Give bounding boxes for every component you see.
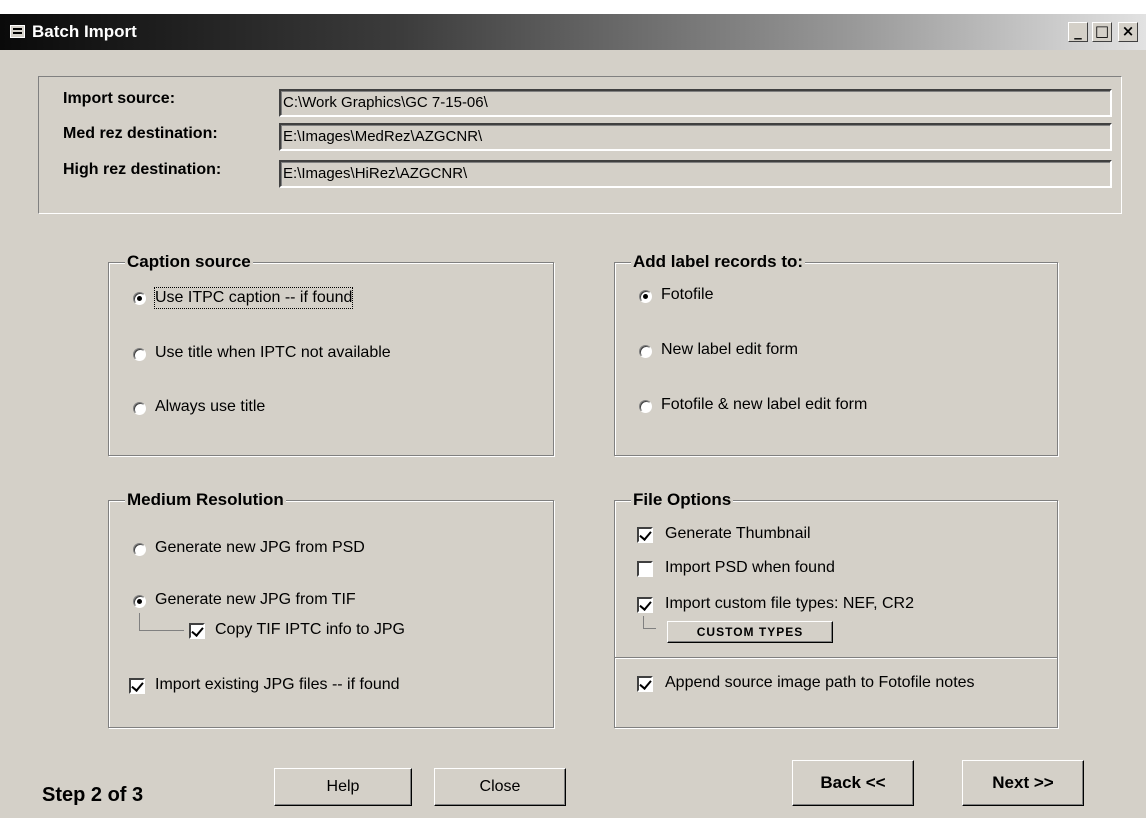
minimize-button[interactable]: _ (1068, 22, 1088, 42)
label-new-form-radio[interactable] (639, 345, 652, 358)
file-options-title: File Options (631, 490, 734, 510)
med-rez-label: Med rez destination: (63, 125, 218, 142)
import-custom-types-label[interactable]: Import custom file types: NEF, CR2 (665, 594, 914, 614)
medium-resolution-title: Medium Resolution (125, 490, 286, 510)
import-custom-types-checkbox[interactable] (637, 597, 653, 613)
back-button[interactable]: Back << (792, 760, 914, 806)
paths-panel: Import source: C:\Work Graphics\GC 7-15-… (38, 76, 1122, 214)
next-button[interactable]: Next >> (962, 760, 1084, 806)
window-title: Batch Import (32, 22, 137, 41)
step-indicator: Step 2 of 3 (42, 784, 144, 806)
medium-resolution-group: Medium Resolution Generate new JPG from … (108, 490, 554, 728)
caption-itpc-radio[interactable] (133, 292, 146, 305)
gen-jpg-tif-radio[interactable] (133, 595, 146, 608)
label-new-form-label[interactable]: New label edit form (661, 340, 798, 360)
caption-source-title: Caption source (125, 252, 253, 272)
caption-always-title-radio[interactable] (133, 402, 146, 415)
custom-types-connector (643, 616, 656, 629)
label-fotofile-label[interactable]: Fotofile (661, 285, 713, 305)
caption-itpc-label[interactable]: Use ITPC caption -- if found (153, 287, 354, 309)
import-existing-jpg-label[interactable]: Import existing JPG files -- if found (155, 675, 400, 695)
close-button[interactable]: Close (434, 768, 566, 806)
caption-source-group: Caption source Use ITPC caption -- if fo… (108, 252, 554, 456)
append-path-checkbox[interactable] (637, 676, 653, 692)
caption-title-fallback-radio[interactable] (133, 348, 146, 361)
label-both-label[interactable]: Fotofile & new label edit form (661, 395, 867, 415)
append-path-label[interactable]: Append source image path to Fotofile not… (665, 673, 975, 693)
label-records-group: Add label records to: Fotofile New label… (614, 252, 1058, 456)
dependency-connector (139, 613, 184, 631)
high-rez-field[interactable]: E:\Images\HiRez\AZGCNR\ (279, 160, 1112, 188)
close-window-button[interactable]: × (1118, 22, 1138, 42)
caption-title-fallback-label[interactable]: Use title when IPTC not available (155, 343, 391, 363)
gen-jpg-psd-radio[interactable] (133, 543, 146, 556)
maximize-button[interactable]: □ (1092, 22, 1112, 42)
caption-always-title-label[interactable]: Always use title (155, 397, 265, 417)
label-fotofile-radio[interactable] (639, 290, 652, 303)
high-rez-label: High rez destination: (63, 161, 222, 178)
custom-types-button[interactable]: CUSTOM TYPES (667, 621, 833, 643)
copy-tif-iptc-label[interactable]: Copy TIF IPTC info to JPG (215, 620, 405, 640)
import-psd-label[interactable]: Import PSD when found (665, 558, 835, 578)
import-existing-jpg-checkbox[interactable] (129, 678, 145, 694)
import-psd-checkbox[interactable] (637, 561, 653, 577)
import-source-field[interactable]: C:\Work Graphics\GC 7-15-06\ (279, 89, 1112, 117)
label-records-title: Add label records to: (631, 252, 806, 272)
file-options-group: File Options Generate Thumbnail Import P… (614, 490, 1058, 728)
gen-jpg-tif-label[interactable]: Generate new JPG from TIF (155, 590, 356, 610)
gen-jpg-psd-label[interactable]: Generate new JPG from PSD (155, 538, 365, 558)
help-button[interactable]: Help (274, 768, 412, 806)
import-source-label: Import source: (63, 90, 176, 107)
title-bar[interactable]: Batch Import _ □ × (0, 14, 1146, 50)
batch-import-window: Batch Import _ □ × Import source: C:\Wor… (0, 14, 1146, 818)
generate-thumbnail-label[interactable]: Generate Thumbnail (665, 524, 811, 544)
generate-thumbnail-checkbox[interactable] (637, 527, 653, 543)
file-options-separator (615, 657, 1057, 659)
label-both-radio[interactable] (639, 400, 652, 413)
med-rez-field[interactable]: E:\Images\MedRez\AZGCNR\ (279, 123, 1112, 151)
copy-tif-iptc-checkbox[interactable] (189, 623, 205, 639)
app-icon (10, 25, 25, 38)
